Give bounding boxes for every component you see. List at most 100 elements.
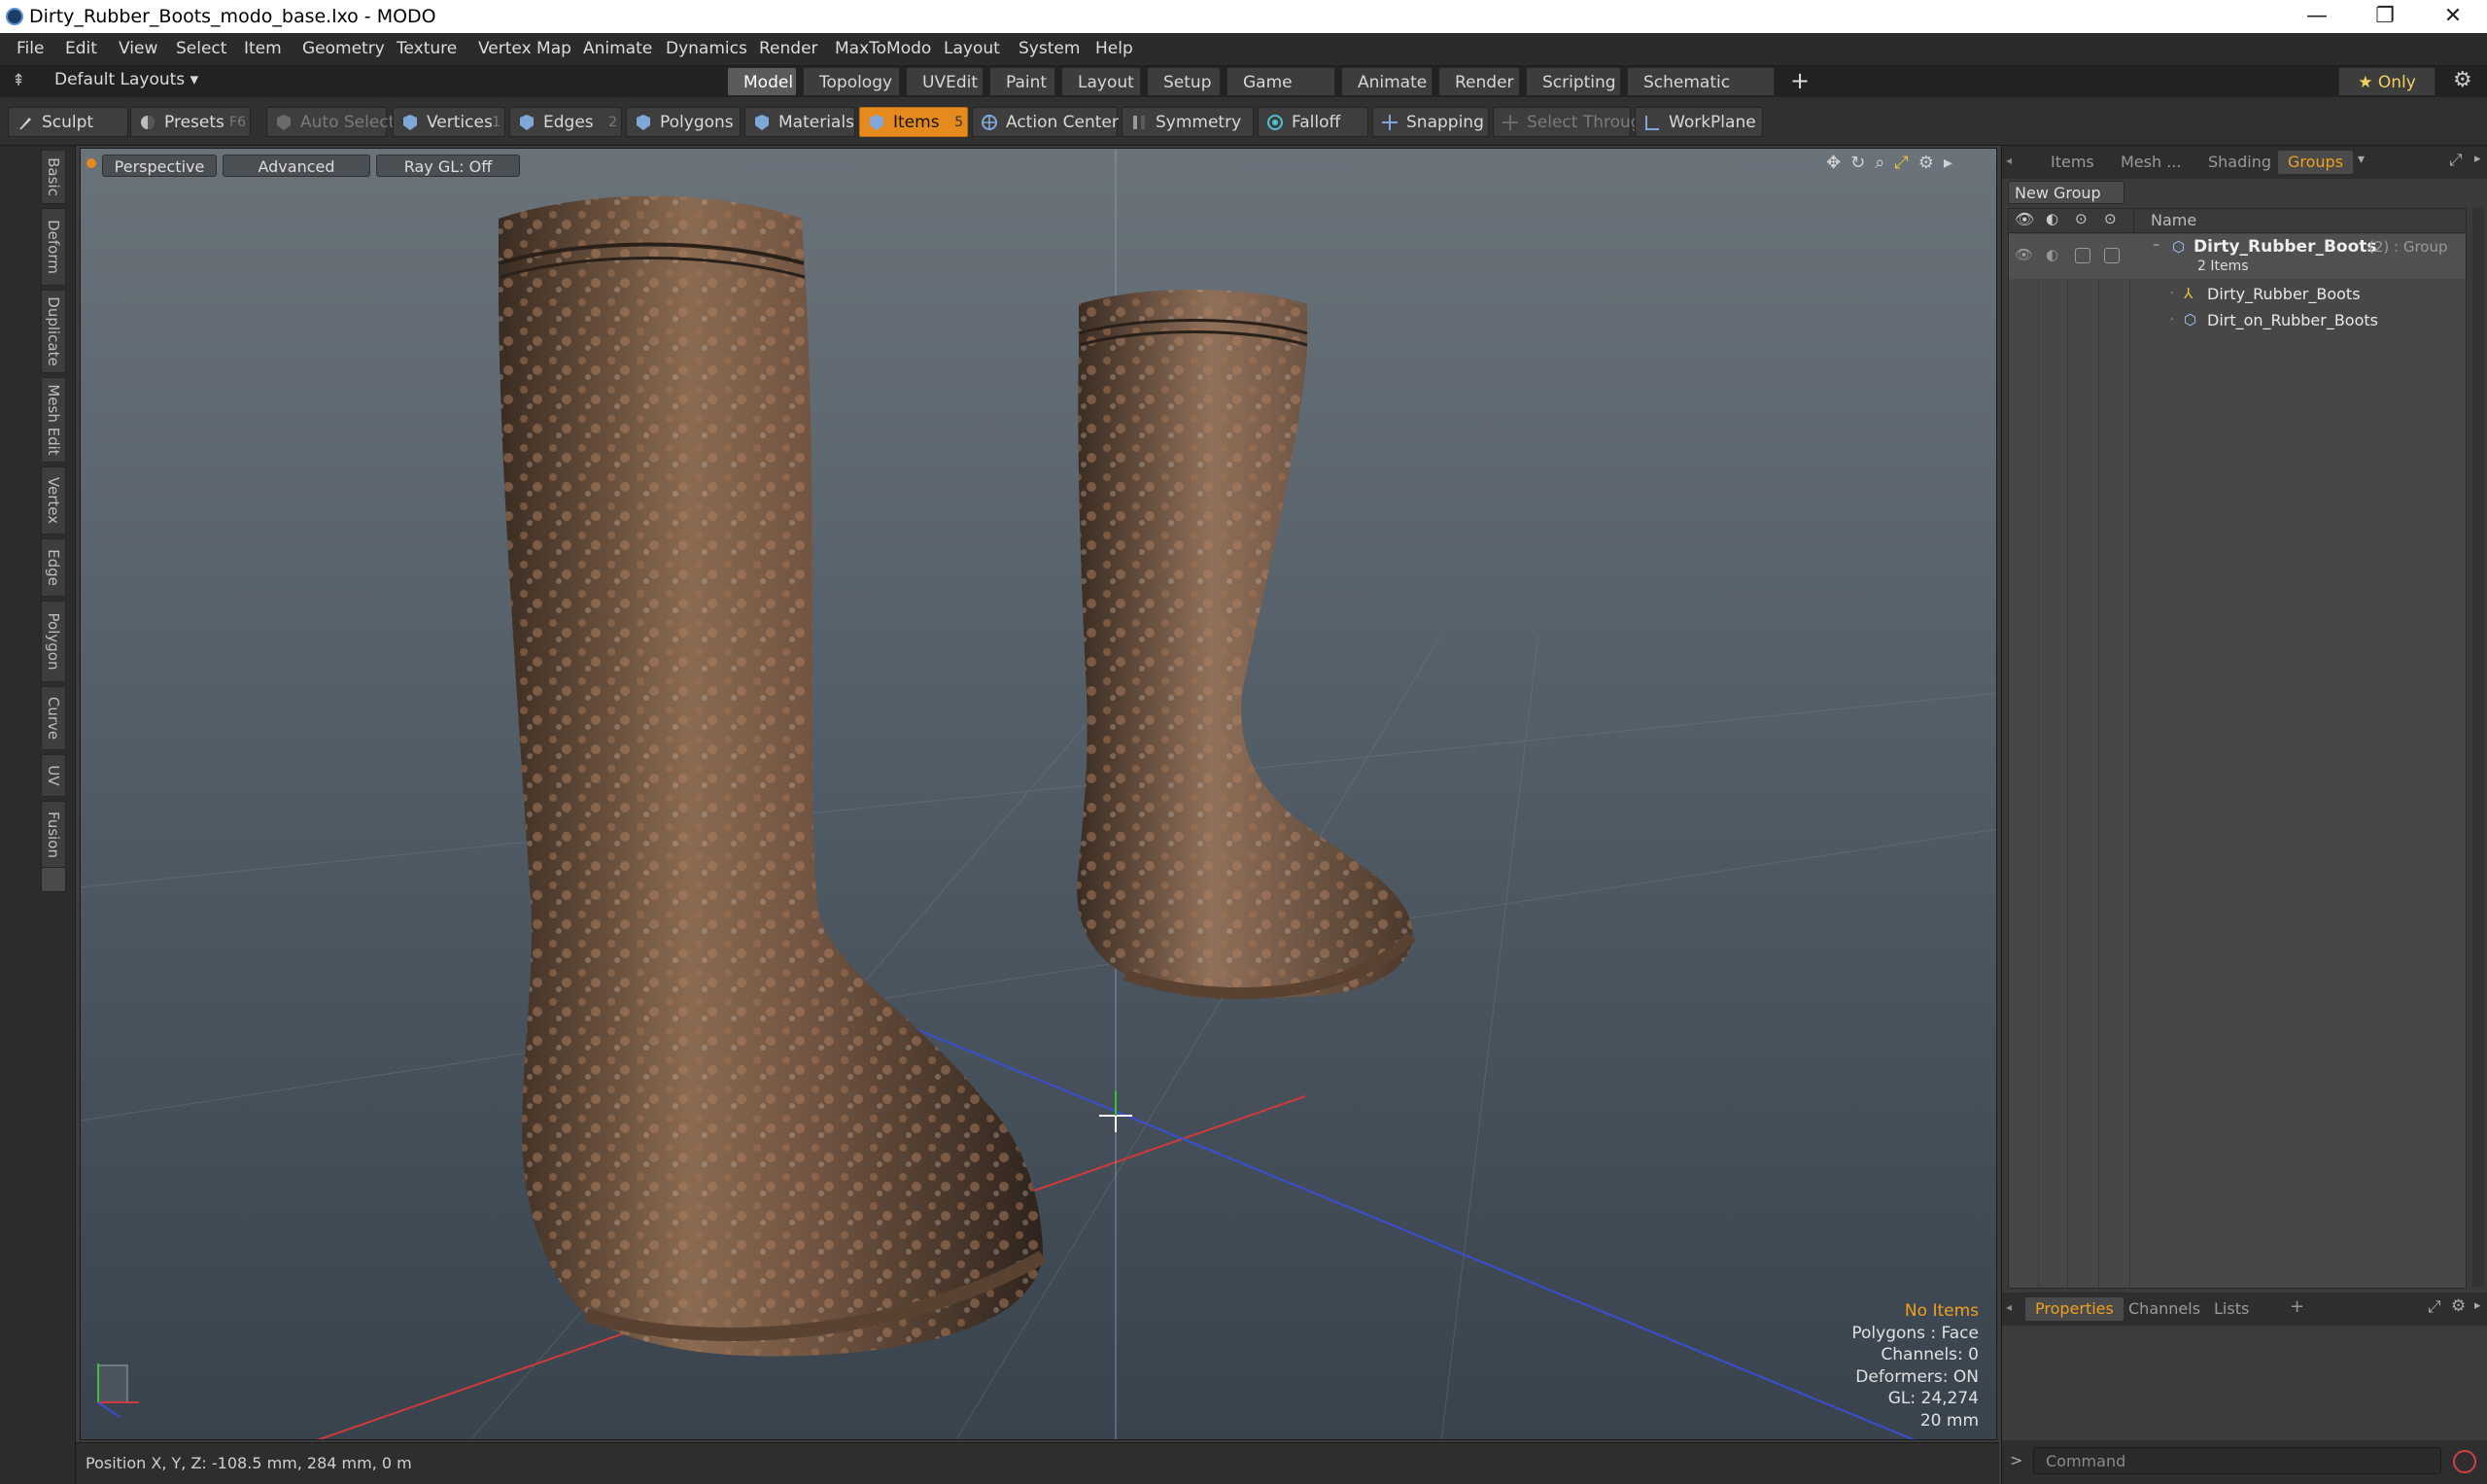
tab-polygon[interactable]: Polygon [41, 601, 66, 682]
vertices-button[interactable]: Vertices 1 [393, 107, 505, 137]
properties-gear-icon[interactable]: ⚙ [2451, 1296, 2466, 1316]
polygons-button[interactable]: Polygons [626, 107, 741, 137]
snapping-button[interactable]: Snapping [1372, 107, 1489, 137]
group-collapse-icon[interactable]: – [2153, 232, 2159, 259]
select-through-button[interactable]: Select Through [1493, 107, 1651, 137]
left-strip-extra-button[interactable] [41, 867, 66, 892]
tab-lists[interactable]: Lists [2204, 1297, 2259, 1321]
menu-dynamics[interactable]: Dynamics [666, 39, 747, 58]
tab-model[interactable]: Model [727, 67, 797, 96]
minimize-button[interactable]: — [2283, 0, 2351, 33]
falloff-button[interactable]: Falloff [1258, 107, 1368, 137]
tab-uvedit[interactable]: UVEdit [906, 67, 984, 96]
properties-more-icon[interactable]: ▸ [2474, 1298, 2481, 1313]
panel-menu-icon[interactable]: ◂ [2006, 154, 2012, 167]
edges-button[interactable]: Edges 2 [509, 107, 622, 137]
menu-layout[interactable]: Layout [944, 39, 1000, 58]
properties-menu-icon[interactable]: ◂ [2006, 1300, 2012, 1314]
group-child-row[interactable]: · ⬡ Dirt_on_Rubber_Boots [2009, 307, 2466, 333]
action-center-button[interactable]: Action Center [972, 107, 1119, 137]
tab-basic[interactable]: Basic [41, 150, 66, 204]
items-button[interactable]: Items 5 [859, 107, 968, 137]
tab-fusion[interactable]: Fusion [41, 801, 66, 869]
tab-animate[interactable]: Animate [1341, 67, 1433, 96]
tab-duplicate[interactable]: Duplicate [41, 290, 66, 373]
layout-collapse-icon[interactable]: ⇞ [12, 71, 25, 90]
tab-channels[interactable]: Channels [2119, 1297, 2210, 1321]
menu-animate[interactable]: Animate [583, 39, 652, 58]
command-input[interactable]: Command [2033, 1447, 2441, 1474]
group-render-icon[interactable]: ◐ [2046, 242, 2058, 268]
tab-layout[interactable]: Layout [1061, 67, 1141, 96]
layout-settings-gear-icon[interactable]: ⚙ [2453, 68, 2472, 92]
command-stop-icon[interactable] [2453, 1450, 2476, 1473]
workplane-button[interactable]: WorkPlane [1635, 107, 1763, 137]
panel-tab-items[interactable]: Items [2041, 151, 2104, 174]
left-boot-mesh[interactable] [498, 195, 1047, 1357]
select-column-icon[interactable]: ⊙ [2104, 210, 2117, 227]
tab-paint[interactable]: Paint [989, 67, 1055, 96]
column-divider [2133, 209, 2134, 232]
tab-curve[interactable]: Curve [41, 686, 66, 750]
tab-properties[interactable]: Properties [2025, 1297, 2124, 1321]
presets-button[interactable]: Presets F6 [130, 107, 251, 137]
sculpt-button[interactable]: Sculpt [8, 107, 128, 137]
group-lock-checkbox[interactable] [2075, 248, 2090, 263]
tab-mesh-edit[interactable]: Mesh Edit [41, 377, 66, 463]
group-child-row[interactable]: · ⅄ Dirty_Rubber_Boots [2009, 281, 2466, 307]
panel-more-icon[interactable]: ▸ [2474, 152, 2481, 166]
vertices-icon [403, 115, 417, 130]
panel-expand-icon[interactable]: ⤢ [2449, 151, 2463, 170]
tab-render[interactable]: Render [1438, 67, 1520, 96]
only-toggle[interactable]: ★ Only [2338, 67, 2435, 96]
add-properties-tab-button[interactable]: + [2290, 1296, 2304, 1317]
menu-system[interactable]: System [1019, 39, 1080, 58]
group-select-checkbox[interactable] [2104, 248, 2120, 263]
menu-render[interactable]: Render [759, 39, 818, 58]
visibility-column-eye-icon[interactable]: 👁 [2015, 210, 2034, 228]
panel-tab-groups[interactable]: Groups [2278, 151, 2354, 174]
menu-help[interactable]: Help [1095, 39, 1133, 58]
group-visibility-eye-icon[interactable]: 👁 [2015, 242, 2033, 268]
auto-select-button[interactable]: Auto Select [266, 107, 395, 137]
name-column-header[interactable]: Name [2151, 211, 2196, 229]
menu-maxtomodo[interactable]: MaxToModo [835, 39, 931, 58]
menu-file[interactable]: File [17, 39, 44, 58]
render-column-icon[interactable]: ◐ [2046, 210, 2058, 227]
tab-setup[interactable]: Setup [1147, 67, 1221, 96]
lock-column-icon[interactable]: ⊙ [2075, 210, 2088, 227]
right-boot-mesh[interactable] [1077, 290, 1417, 999]
tab-game-tools[interactable]: Game Tools [1226, 67, 1335, 121]
tab-scripting[interactable]: Scripting [1526, 67, 1621, 96]
tab-schematic-fusion[interactable]: Schematic Fusion [1627, 67, 1775, 121]
vertices-label: Vertices [427, 113, 493, 132]
panel-tab-mesh[interactable]: Mesh ... [2111, 151, 2191, 174]
layouts-dropdown[interactable]: Default Layouts ▾ [54, 70, 198, 89]
3d-viewport[interactable]: Perspective Advanced Ray GL: Off ✥↻⌕⤢⚙▸ [80, 148, 1997, 1440]
tab-edge[interactable]: Edge [41, 538, 66, 597]
snapping-icon [1382, 115, 1398, 130]
properties-expand-icon[interactable]: ⤢ [2428, 1297, 2441, 1317]
panel-tab-shading[interactable]: Shading [2198, 151, 2281, 174]
new-group-button[interactable]: New Group [2008, 181, 2124, 204]
panel-tabs-dropdown-icon[interactable]: ▾ [2358, 152, 2365, 167]
menu-texture[interactable]: Texture [397, 39, 457, 58]
materials-button[interactable]: Materials [744, 107, 855, 137]
close-button[interactable]: ✕ [2419, 0, 2487, 33]
tab-topology[interactable]: Topology [803, 67, 900, 96]
symmetry-button[interactable]: Symmetry [1122, 107, 1254, 137]
menu-vertex-map[interactable]: Vertex Map [478, 39, 571, 58]
menu-select[interactable]: Select [176, 39, 226, 58]
edges-label: Edges [543, 113, 594, 132]
add-layout-tab-button[interactable]: + [1790, 67, 1810, 94]
groups-scrollbar[interactable] [2472, 208, 2484, 1287]
maximize-button[interactable]: ❐ [2351, 0, 2419, 33]
tab-deform[interactable]: Deform [41, 208, 66, 286]
tab-uv[interactable]: UV [41, 754, 66, 797]
menu-item[interactable]: Item [244, 39, 282, 58]
menu-edit[interactable]: Edit [65, 39, 97, 58]
menu-view[interactable]: View [119, 39, 157, 58]
tab-vertex[interactable]: Vertex [41, 466, 66, 535]
menu-geometry[interactable]: Geometry [302, 39, 385, 58]
group-row[interactable]: 👁 ◐ – ⬡ Dirty_Rubber_Boots (2) : Group 2… [2009, 234, 2466, 279]
